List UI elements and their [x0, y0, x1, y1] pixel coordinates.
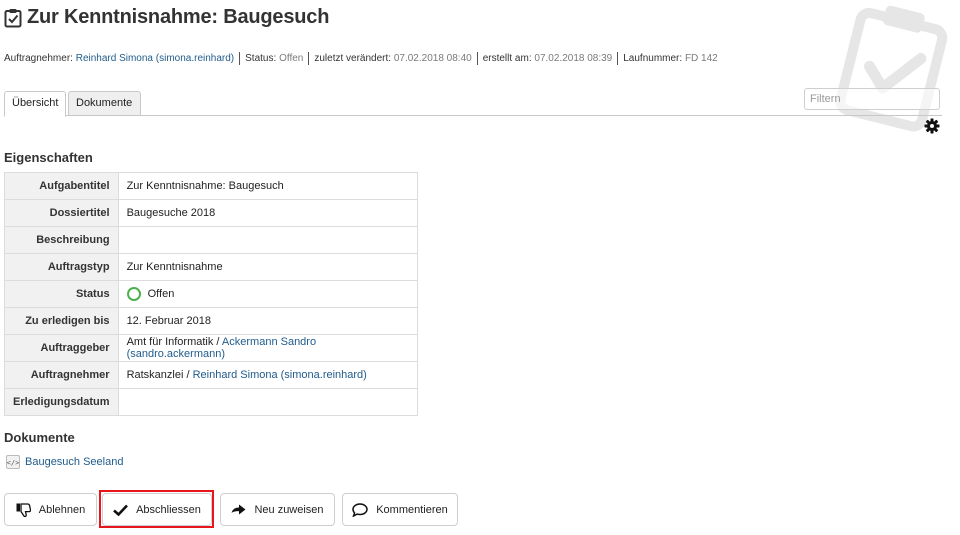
status-open-icon	[126, 287, 141, 301]
property-label: Zu erledigen bis	[4, 307, 119, 335]
table-row: Auftragnehmer Ratskanzlei / Reinhard Sim…	[4, 361, 419, 389]
status-text: Offen	[147, 288, 175, 300]
comment-button-label: Kommentieren	[376, 503, 448, 516]
tab-bar: Übersicht Dokumente	[4, 91, 942, 117]
table-row: Beschreibung	[4, 226, 419, 254]
tab-overview[interactable]: Übersicht	[4, 91, 66, 117]
byline-sequence-value: FD 142	[684, 53, 718, 64]
complete-button[interactable]: Abschliessen	[102, 493, 212, 526]
table-row: Dossiertitel Baugesuche 2018	[4, 199, 419, 227]
byline-status: Status: Offen	[240, 52, 310, 65]
speech-bubble-icon	[352, 502, 368, 517]
property-label: Beschreibung	[4, 226, 119, 254]
reject-button[interactable]: Ablehnen	[4, 493, 97, 526]
property-label: Dossiertitel	[4, 199, 119, 227]
property-value: 12. Februar 2018	[117, 307, 419, 335]
checkmark-icon	[113, 504, 129, 516]
byline-sequence: Laufnummer: FD 142	[618, 52, 723, 65]
property-label: Auftragstyp	[4, 253, 119, 281]
byline-status-label: Status:	[245, 53, 277, 64]
table-row: Aufgabentitel Zur Kenntnisnahme: Baugesu…	[4, 172, 419, 200]
property-value-status: Offen	[117, 280, 419, 308]
property-label: Status	[4, 280, 119, 308]
document-item[interactable]: </> Baugesuch Seeland	[6, 455, 123, 469]
byline-created-label: erstellt am:	[482, 53, 532, 64]
property-label: Auftragnehmer	[4, 361, 119, 389]
properties-table: Aufgabentitel Zur Kenntnisnahme: Baugesu…	[4, 172, 419, 416]
property-value	[117, 226, 419, 254]
byline-sequence-label: Laufnummer:	[623, 53, 683, 64]
byline-assignee: Auftragnehmer: Reinhard Simona (simona.r…	[4, 52, 241, 65]
page-header: Zur Kenntnisnahme: Baugesuch	[4, 6, 329, 29]
reassign-button-label: Neu zuweisen	[254, 503, 324, 516]
table-row: Zu erledigen bis 12. Februar 2018	[4, 307, 419, 335]
documents-heading: Dokumente	[4, 430, 75, 445]
byline-modified-label: zuletzt verändert:	[314, 53, 392, 64]
filter-input[interactable]	[804, 88, 940, 110]
tab-documents[interactable]: Dokumente	[68, 91, 141, 116]
comment-button[interactable]: Kommentieren	[342, 493, 458, 526]
table-row: Auftraggeber Amt für Informatik / Ackerm…	[4, 334, 419, 362]
byline-assignee-link[interactable]: Reinhard Simona (simona.reinhard)	[76, 53, 234, 64]
reassign-button[interactable]: Neu zuweisen	[220, 493, 335, 526]
xml-file-icon: </>	[6, 455, 20, 469]
property-label: Aufgabentitel	[4, 172, 119, 200]
property-label: Auftraggeber	[4, 334, 119, 362]
table-row: Erledigungsdatum	[4, 388, 419, 416]
clipboard-check-icon	[4, 8, 22, 27]
property-value: Amt für Informatik / Ackermann Sandro (s…	[117, 334, 419, 362]
complete-button-label: Abschliessen	[136, 503, 201, 516]
property-value: Zur Kenntnisnahme	[117, 253, 419, 281]
properties-heading: Eigenschaften	[4, 150, 93, 165]
assignee-link[interactable]: Reinhard Simona (simona.reinhard)	[193, 369, 367, 381]
table-row: Status Offen	[4, 280, 419, 308]
byline-created: erstellt am: 07.02.2018 08:39	[478, 52, 619, 65]
thumbs-down-icon	[16, 502, 31, 517]
svg-text:</>: </>	[7, 459, 20, 467]
reject-button-label: Ablehnen	[38, 503, 86, 516]
byline-modified-value: 07.02.2018 08:40	[393, 53, 472, 64]
byline-modified: zuletzt verändert: 07.02.2018 08:40	[309, 52, 478, 65]
property-value	[117, 388, 419, 416]
property-label: Erledigungsdatum	[4, 388, 119, 416]
page-title: Zur Kenntnisnahme: Baugesuch	[27, 6, 330, 28]
table-row: Auftragstyp Zur Kenntnisnahme	[4, 253, 419, 281]
issuer-org: Amt für Informatik /	[126, 336, 222, 348]
property-value: Ratskanzlei / Reinhard Simona (simona.re…	[117, 361, 419, 389]
assignee-org: Ratskanzlei /	[126, 369, 193, 381]
byline-status-value: Offen	[279, 53, 304, 64]
property-value: Zur Kenntnisnahme: Baugesuch	[117, 172, 419, 200]
task-byline: Auftragnehmer: Reinhard Simona (simona.r…	[4, 52, 723, 65]
byline-assignee-label: Auftragnehmer:	[4, 53, 73, 64]
gear-icon[interactable]	[924, 118, 940, 134]
document-link[interactable]: Baugesuch Seeland	[25, 456, 123, 468]
arrow-right-icon	[231, 504, 246, 514]
byline-created-value: 07.02.2018 08:39	[534, 53, 613, 64]
property-value: Baugesuche 2018	[117, 199, 419, 227]
